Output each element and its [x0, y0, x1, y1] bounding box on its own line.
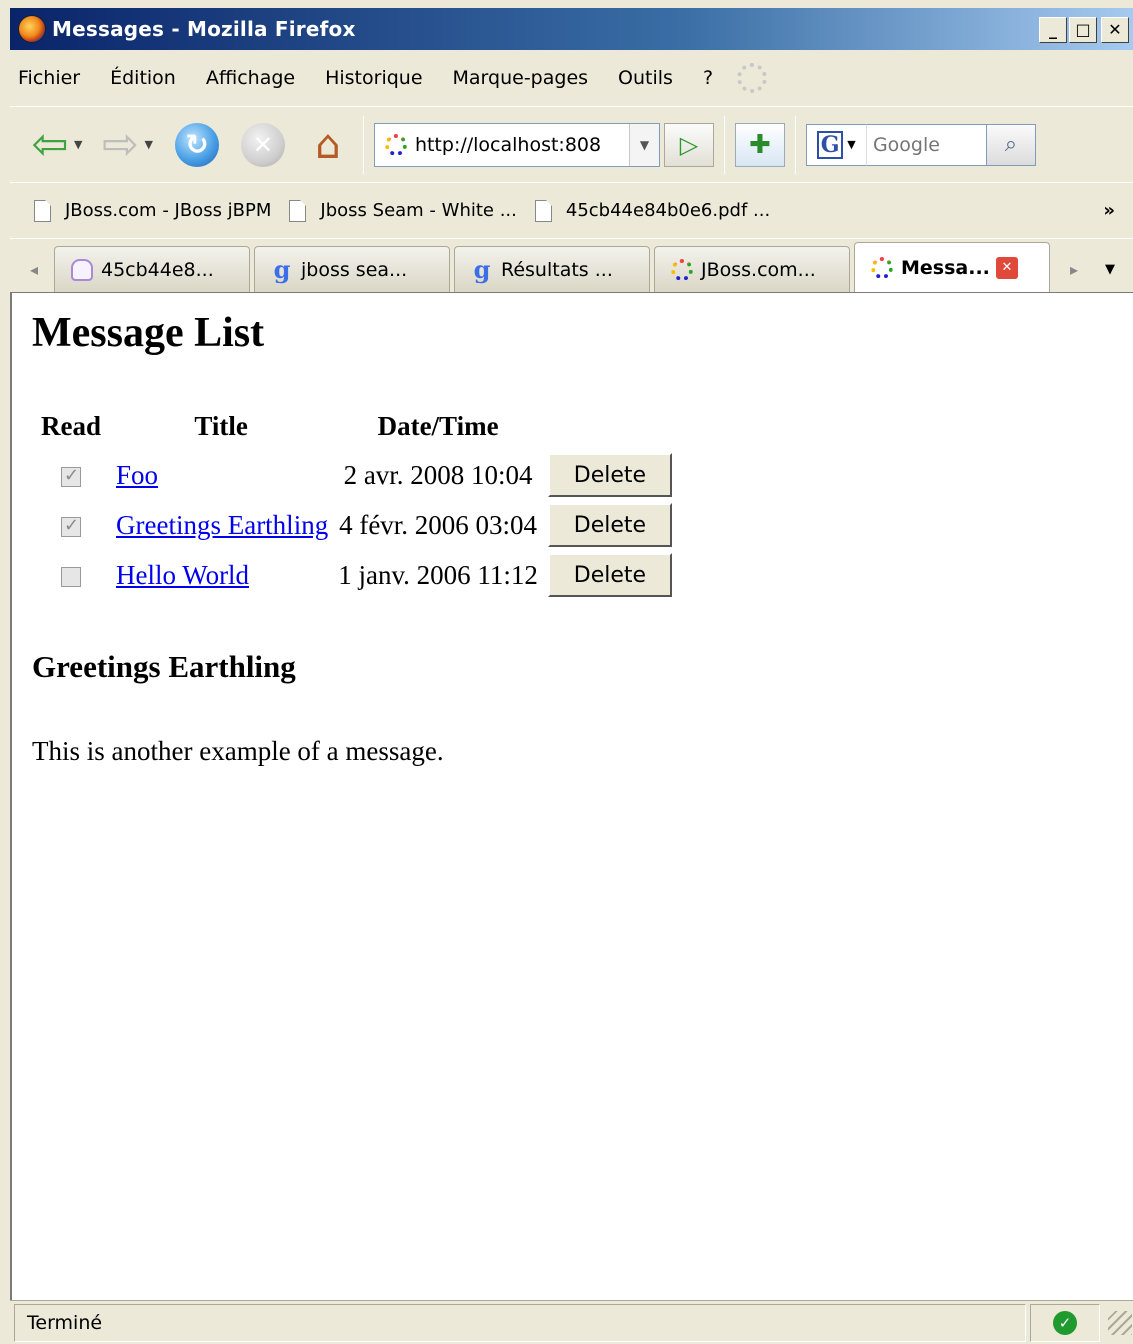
- read-checkbox: [61, 567, 81, 588]
- tab-scroll-left-icon[interactable]: ◂: [14, 246, 54, 292]
- bookmark-item[interactable]: 45cb44e84b0e6.pdf ...: [534, 199, 771, 222]
- close-tab-icon[interactable]: ✕: [995, 256, 1018, 279]
- table-row: Hello World 1 janv. 2006 11:12 Delete: [34, 552, 676, 598]
- security-status-panel: ✓: [1030, 1303, 1100, 1342]
- chevron-down-icon: ▼: [847, 138, 856, 151]
- column-header-datetime: Date/Time: [377, 411, 499, 441]
- toolbar-separator: [723, 115, 725, 174]
- tab-label: 45cb44e8...: [101, 258, 214, 281]
- bookmark-item[interactable]: Jboss Seam - White ...: [289, 199, 517, 222]
- delete-button[interactable]: Delete: [547, 553, 672, 597]
- message-detail-title: Greetings Earthling: [32, 649, 296, 684]
- bookmarks-toolbar: JBoss.com - JBoss jBPM Jboss Seam - Whit…: [10, 182, 1133, 238]
- tab[interactable]: g jboss sea...: [254, 246, 450, 292]
- checkmark-icon: ✓: [1053, 1310, 1077, 1335]
- menu-bar: Fichier Édition Affichage Historique Mar…: [10, 50, 1133, 106]
- page-content: Message List Read Title Date/Time Foo 2 …: [10, 292, 1133, 1300]
- tab-label: JBoss.com...: [701, 258, 816, 281]
- menu-historique[interactable]: Historique: [325, 67, 422, 89]
- tab[interactable]: 45cb44e8...: [54, 246, 250, 292]
- message-title-link[interactable]: Greetings Earthling: [116, 510, 328, 540]
- navigation-toolbar: ⇦ ▼ ⇨ ▼ ↻ ✕ ⌂ http://localhost:808 ▼ ▷ ✚…: [10, 106, 1133, 182]
- resize-grip-icon[interactable]: [1108, 1310, 1132, 1335]
- tab-scroll-right-icon[interactable]: ▸: [1054, 246, 1094, 292]
- search-icon[interactable]: ⌕: [985, 123, 1036, 166]
- table-row: Greetings Earthling 4 févr. 2006 03:04 D…: [34, 502, 676, 548]
- bookmark-label: 45cb44e84b0e6.pdf ...: [565, 200, 771, 221]
- maximize-button[interactable]: □: [1069, 17, 1097, 43]
- tab-label: Résultats ...: [501, 258, 613, 281]
- window-title: Messages - Mozilla Firefox: [52, 17, 356, 41]
- menu-fichier[interactable]: Fichier: [18, 67, 80, 89]
- menu-help[interactable]: ?: [703, 67, 713, 89]
- bookmarks-overflow-button[interactable]: »: [1103, 200, 1115, 221]
- toolbar-separator: [362, 115, 364, 174]
- window-controls: _ □ ✕: [1039, 17, 1129, 43]
- google-icon: G: [817, 130, 844, 159]
- page-icon: [289, 199, 307, 222]
- menu-marque-pages[interactable]: Marque-pages: [453, 67, 589, 89]
- menu-edition[interactable]: Édition: [110, 67, 176, 89]
- new-tab-icon[interactable]: ✚: [734, 122, 785, 167]
- firefox-logo-icon: [18, 15, 46, 43]
- url-input[interactable]: http://localhost:808: [415, 134, 629, 156]
- status-bar: Terminé ✓: [10, 1300, 1133, 1344]
- search-input[interactable]: [865, 123, 986, 166]
- tab-label: Messa...: [901, 256, 990, 279]
- back-arrow-icon[interactable]: ⇦: [22, 119, 78, 170]
- bookmark-label: JBoss.com - JBoss jBPM: [65, 200, 272, 221]
- page-icon: [534, 199, 552, 222]
- message-table: Read Title Date/Time Foo 2 avr. 2008 10:…: [32, 407, 678, 602]
- page-title: Message List: [32, 310, 265, 356]
- status-text: Terminé: [14, 1303, 1026, 1342]
- minimize-button[interactable]: _: [1039, 17, 1067, 43]
- delete-button[interactable]: Delete: [547, 453, 672, 497]
- back-history-dropdown-icon[interactable]: ▼: [74, 138, 82, 151]
- site-favicon-icon: [871, 256, 893, 279]
- tab[interactable]: JBoss.com...: [654, 246, 850, 292]
- reload-icon[interactable]: ↻: [174, 122, 219, 167]
- bookmark-label: Jboss Seam - White ...: [320, 200, 517, 221]
- forward-arrow-icon[interactable]: ⇨: [92, 119, 148, 170]
- home-icon[interactable]: ⌂: [303, 120, 353, 170]
- stop-icon[interactable]: ✕: [240, 122, 285, 167]
- tab-active[interactable]: Messa... ✕: [854, 242, 1050, 292]
- message-datetime: 1 janv. 2006 11:12: [338, 559, 538, 590]
- column-header-read: Read: [41, 411, 101, 441]
- url-history-dropdown-icon[interactable]: ▼: [628, 123, 659, 166]
- delete-button[interactable]: Delete: [547, 503, 672, 547]
- menu-outils[interactable]: Outils: [618, 67, 673, 89]
- read-checkbox: [61, 515, 81, 538]
- table-row: Foo 2 avr. 2008 10:04 Delete: [34, 452, 676, 498]
- message-title-link[interactable]: Foo: [116, 460, 158, 490]
- go-button[interactable]: ▷: [663, 122, 714, 167]
- url-bar[interactable]: http://localhost:808 ▼: [373, 122, 660, 167]
- read-checkbox: [61, 465, 81, 488]
- message-datetime: 4 févr. 2006 03:04: [339, 509, 538, 540]
- site-favicon-icon: [384, 133, 407, 156]
- tab-strip: ◂ 45cb44e8... g jboss sea... g Résultats…: [10, 238, 1133, 292]
- google-icon: g: [473, 255, 491, 284]
- message-title-link[interactable]: Hello World: [116, 560, 249, 590]
- google-icon: g: [273, 255, 291, 284]
- bookmark-item[interactable]: JBoss.com - JBoss jBPM: [34, 199, 272, 222]
- throbber-icon: [737, 63, 768, 93]
- forward-history-dropdown-icon[interactable]: ▼: [144, 138, 152, 151]
- menu-affichage[interactable]: Affichage: [206, 67, 295, 89]
- search-engine-selector[interactable]: G ▼: [805, 123, 866, 166]
- page-icon: [34, 199, 51, 222]
- tab-list-dropdown-icon[interactable]: ▼: [1094, 246, 1126, 292]
- site-favicon-icon: [671, 258, 693, 281]
- title-bar: Messages - Mozilla Firefox _ □ ✕: [10, 8, 1133, 50]
- message-datetime: 2 avr. 2008 10:04: [343, 459, 533, 490]
- tab-label: jboss sea...: [301, 258, 408, 281]
- column-header-title: Title: [194, 411, 248, 441]
- tab[interactable]: g Résultats ...: [454, 246, 650, 292]
- penguin-icon: [71, 258, 93, 281]
- message-detail-body: This is another example of a message.: [32, 736, 444, 766]
- toolbar-separator: [794, 115, 796, 174]
- close-window-button[interactable]: ✕: [1101, 17, 1129, 43]
